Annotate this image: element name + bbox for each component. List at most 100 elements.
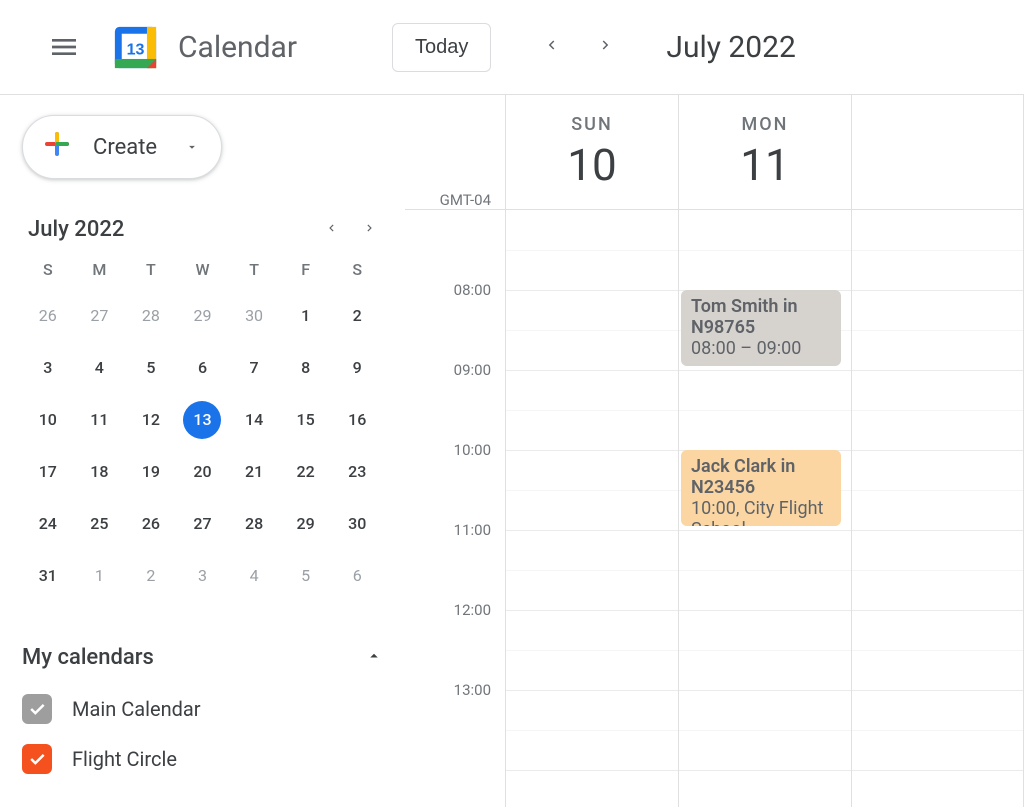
hour-line — [852, 770, 1023, 771]
chevron-down-icon — [185, 135, 199, 160]
day-column[interactable] — [851, 210, 1024, 807]
hour-line — [852, 290, 1023, 291]
mini-day-cell[interactable]: 5 — [287, 557, 325, 595]
my-calendars-toggle[interactable]: My calendars — [22, 645, 383, 670]
half-hour-line — [506, 250, 678, 251]
mini-day-cell[interactable]: 29 — [287, 505, 325, 543]
plus-icon — [39, 126, 75, 168]
mini-day-cell[interactable]: 5 — [132, 349, 170, 387]
day-header[interactable]: MON11 — [678, 95, 851, 209]
next-period-button[interactable] — [591, 30, 621, 64]
calendar-list-item: Main Calendar — [22, 694, 383, 724]
prev-period-button[interactable] — [536, 30, 566, 64]
mini-day-cell[interactable]: 31 — [29, 557, 67, 595]
current-date-range: July 2022 — [666, 30, 795, 65]
create-button[interactable]: Create — [22, 115, 222, 179]
mini-day-cell[interactable]: 28 — [132, 297, 170, 335]
chevron-right-icon — [597, 36, 615, 54]
half-hour-line — [506, 730, 678, 731]
calendar-checkbox[interactable] — [22, 744, 52, 774]
day-column[interactable]: Tom Smith in N9876508:00 – 09:00 Jack Cla… — [678, 210, 851, 807]
mini-day-cell[interactable]: 2 — [132, 557, 170, 595]
half-hour-line — [852, 650, 1023, 651]
mini-day-cell[interactable]: 4 — [235, 557, 273, 595]
calendar-event[interactable]: Jack Clark in N2345610:00, City Flight S… — [681, 450, 841, 526]
mini-day-of-week: F — [280, 260, 332, 279]
mini-day-cell[interactable]: 26 — [29, 297, 67, 335]
calendar-event[interactable]: Tom Smith in N9876508:00 – 09:00 — [681, 290, 841, 366]
event-subtitle: 10:00, City Flight School — [691, 498, 831, 526]
hour-line — [679, 530, 851, 531]
svg-text:13: 13 — [127, 40, 145, 58]
half-hour-line — [679, 570, 851, 571]
mini-calendar: July 2022 SMTWTFS26272829301234567891011… — [22, 217, 383, 595]
mini-day-cell[interactable]: 20 — [183, 453, 221, 491]
hour-line — [506, 770, 678, 771]
mini-day-of-week: S — [331, 260, 383, 279]
mini-day-cell[interactable]: 2 — [338, 297, 376, 335]
mini-day-cell[interactable]: 7 — [235, 349, 273, 387]
mini-day-cell[interactable]: 8 — [287, 349, 325, 387]
mini-day-cell[interactable]: 21 — [235, 453, 273, 491]
mini-day-cell[interactable]: 6 — [183, 349, 221, 387]
mini-day-cell[interactable]: 28 — [235, 505, 273, 543]
mini-day-of-week: T — [125, 260, 177, 279]
chevron-up-icon — [365, 647, 383, 669]
mini-day-cell[interactable]: 16 — [338, 401, 376, 439]
hour-line — [852, 450, 1023, 451]
mini-day-cell[interactable]: 3 — [29, 349, 67, 387]
mini-next-month-button[interactable] — [363, 220, 377, 239]
app-logo[interactable]: 13 Calendar — [108, 20, 297, 75]
mini-day-cell[interactable]: 11 — [80, 401, 118, 439]
half-hour-line — [679, 250, 851, 251]
mini-day-cell[interactable]: 9 — [338, 349, 376, 387]
mini-day-cell[interactable]: 29 — [183, 297, 221, 335]
mini-day-cell[interactable]: 22 — [287, 453, 325, 491]
mini-day-cell[interactable]: 6 — [338, 557, 376, 595]
half-hour-line — [506, 410, 678, 411]
mini-day-cell[interactable]: 10 — [29, 401, 67, 439]
mini-day-cell[interactable]: 30 — [235, 297, 273, 335]
my-calendars-title: My calendars — [22, 645, 154, 670]
mini-day-cell[interactable]: 15 — [287, 401, 325, 439]
mini-day-cell[interactable]: 24 — [29, 505, 67, 543]
mini-day-cell[interactable]: 30 — [338, 505, 376, 543]
mini-prev-month-button[interactable] — [324, 220, 338, 239]
mini-day-cell[interactable]: 27 — [80, 297, 118, 335]
mini-day-cell[interactable]: 4 — [80, 349, 118, 387]
mini-day-cell[interactable]: 27 — [183, 505, 221, 543]
mini-day-cell[interactable]: 19 — [132, 453, 170, 491]
calendar-list-label: Flight Circle — [72, 747, 177, 771]
mini-day-cell[interactable]: 12 — [132, 401, 170, 439]
mini-day-cell[interactable]: 17 — [29, 453, 67, 491]
mini-day-cell[interactable]: 1 — [287, 297, 325, 335]
mini-day-of-week: T — [228, 260, 280, 279]
mini-day-cell[interactable]: 3 — [183, 557, 221, 595]
half-hour-line — [506, 490, 678, 491]
day-header[interactable]: SUN 10 — [505, 95, 678, 209]
mini-day-of-week: W — [177, 260, 229, 279]
check-icon — [27, 699, 47, 719]
day-header[interactable] — [851, 95, 1024, 209]
menu-button[interactable] — [40, 23, 88, 71]
hour-line — [852, 610, 1023, 611]
mini-day-cell[interactable]: 13 — [183, 401, 221, 439]
half-hour-line — [852, 330, 1023, 331]
mini-day-cell[interactable]: 23 — [338, 453, 376, 491]
half-hour-line — [506, 650, 678, 651]
mini-day-cell[interactable]: 26 — [132, 505, 170, 543]
day-number: 10 — [567, 139, 616, 191]
half-hour-line — [852, 570, 1023, 571]
check-icon — [27, 749, 47, 769]
day-column[interactable] — [505, 210, 678, 807]
mini-calendar-title: July 2022 — [28, 217, 124, 242]
mini-day-cell[interactable]: 14 — [235, 401, 273, 439]
calendar-checkbox[interactable] — [22, 694, 52, 724]
hour-line — [506, 690, 678, 691]
mini-day-cell[interactable]: 1 — [80, 557, 118, 595]
mini-day-cell[interactable]: 18 — [80, 453, 118, 491]
today-button[interactable]: Today — [392, 23, 491, 72]
day-abbr: SUN — [571, 114, 612, 135]
event-title: Tom Smith in N98765 — [691, 296, 831, 338]
mini-day-cell[interactable]: 25 — [80, 505, 118, 543]
